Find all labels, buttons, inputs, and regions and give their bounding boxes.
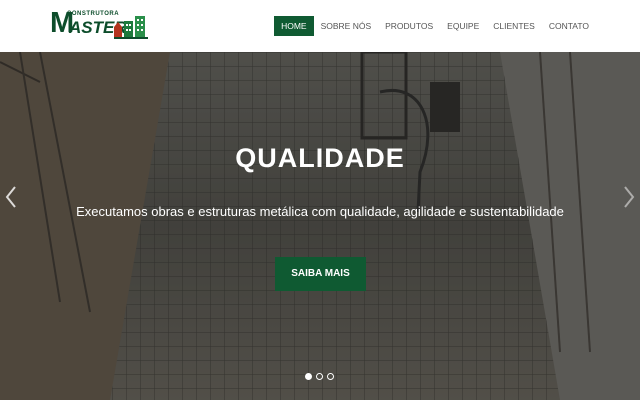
hero-overlay — [0, 52, 640, 400]
hero-title: QUALIDADE — [235, 143, 405, 173]
saiba-mais-button[interactable]: SAIBA MAIS — [275, 257, 366, 291]
company-logo[interactable]: M CONSTRUTORA ASTER — [50, 9, 150, 39]
nav-item-equipe[interactable]: EQUIPE — [440, 16, 486, 36]
chevron-left-icon[interactable] — [4, 185, 18, 209]
nav-item-clientes[interactable]: CLIENTES — [486, 16, 542, 36]
slider-dot-3[interactable] — [327, 373, 334, 380]
hero-slider: QUALIDADE Executamos obras e estruturas … — [0, 52, 640, 400]
slider-dot-1[interactable] — [305, 373, 312, 380]
nav-item-home[interactable]: HOME — [274, 16, 314, 36]
hero-subtitle: Executamos obras e estruturas metálica c… — [76, 204, 564, 219]
logo-small-text: CONSTRUTORA — [67, 11, 120, 17]
slider-dot-2[interactable] — [316, 373, 323, 380]
nav-item-contato[interactable]: CONTATO — [542, 16, 596, 36]
chevron-right-icon[interactable] — [622, 185, 636, 209]
buildings-icon — [114, 16, 148, 39]
nav-item-produtos[interactable]: PRODUTOS — [378, 16, 440, 36]
site-header: M CONSTRUTORA ASTER HOME SOBRE NÓS PRODU… — [0, 0, 640, 52]
main-nav: HOME SOBRE NÓS PRODUTOS EQUIPE CLIENTES … — [274, 16, 596, 36]
nav-item-sobre-nos[interactable]: SOBRE NÓS — [314, 16, 379, 36]
slider-dots — [305, 373, 334, 380]
